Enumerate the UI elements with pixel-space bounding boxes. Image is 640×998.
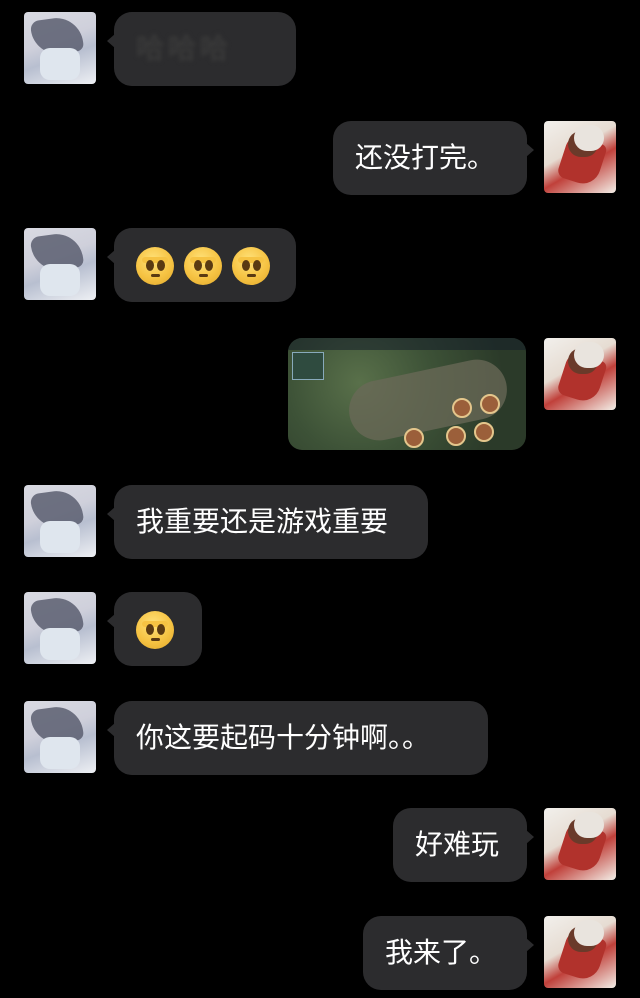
contact-avatar[interactable] — [24, 485, 96, 557]
emoji-bubble[interactable] — [107, 592, 202, 666]
contact-avatar[interactable] — [24, 12, 96, 84]
user-avatar[interactable] — [544, 916, 616, 988]
game-minimap — [292, 352, 324, 380]
contact-avatar[interactable] — [24, 592, 96, 664]
message-bubble[interactable]: 好难玩 — [393, 808, 534, 882]
message-text: 好难玩 — [415, 828, 500, 861]
emoji-bubble[interactable] — [107, 228, 296, 302]
message-bubble[interactable]: 哈哈哈 — [107, 12, 296, 86]
skill-icon — [474, 422, 494, 442]
user-avatar[interactable] — [544, 338, 616, 410]
message-text: 你这要起码十分钟啊。。 — [136, 721, 431, 754]
flushed-face-emoji — [184, 247, 222, 285]
flushed-face-emoji — [232, 247, 270, 285]
user-avatar[interactable] — [544, 121, 616, 193]
skill-icon — [480, 394, 500, 414]
message-bubble[interactable]: 还没打完。 — [333, 121, 534, 195]
skill-icon — [404, 428, 424, 448]
message-text: 我来了。 — [385, 936, 498, 969]
game-screenshot-image[interactable] — [288, 338, 526, 450]
flushed-face-emoji — [136, 611, 174, 649]
user-avatar[interactable] — [544, 808, 616, 880]
flushed-face-emoji — [136, 247, 174, 285]
blurred-message-text: 哈哈哈 — [136, 32, 233, 65]
skill-icon — [452, 398, 472, 418]
contact-avatar[interactable] — [24, 701, 96, 773]
contact-avatar[interactable] — [24, 228, 96, 300]
game-topbar — [288, 338, 526, 350]
message-text: 我重要还是游戏重要 — [136, 505, 389, 538]
skill-icon — [446, 426, 466, 446]
message-bubble[interactable]: 你这要起码十分钟啊。。 — [107, 701, 488, 775]
message-bubble[interactable]: 我重要还是游戏重要 — [107, 485, 428, 559]
message-bubble[interactable]: 我来了。 — [363, 916, 534, 990]
message-text: 还没打完。 — [355, 141, 496, 174]
